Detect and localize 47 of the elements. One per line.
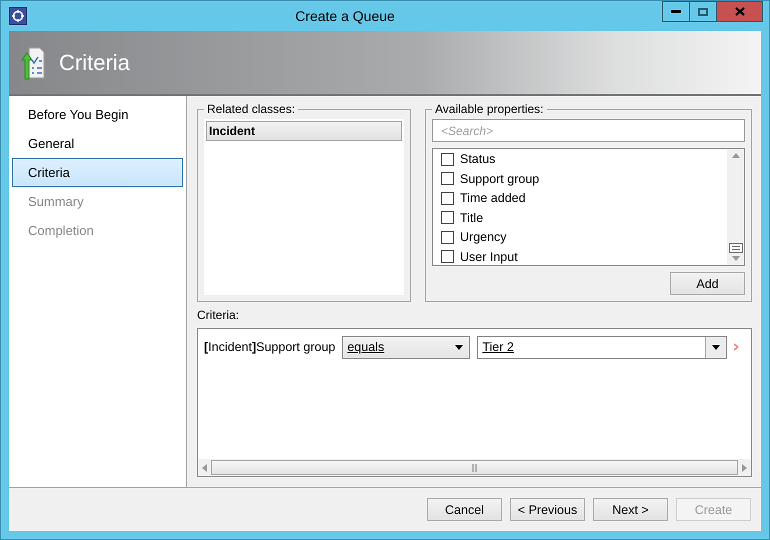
dropdown-arrow-icon bbox=[712, 344, 720, 350]
operator-dropdown[interactable]: equals bbox=[342, 336, 470, 358]
maximize-icon bbox=[698, 8, 708, 16]
checklist-icon bbox=[21, 46, 45, 80]
minimize-button[interactable] bbox=[662, 1, 690, 22]
scrollbar[interactable] bbox=[727, 149, 744, 265]
wizard-button[interactable]: Next > bbox=[593, 498, 668, 521]
checkbox[interactable] bbox=[441, 152, 454, 166]
checkbox[interactable] bbox=[441, 211, 454, 224]
close-button[interactable] bbox=[716, 1, 763, 22]
wizard-step[interactable]: Before You Begin bbox=[12, 100, 183, 129]
property-label: Urgency bbox=[460, 230, 507, 244]
scroll-grip-icon[interactable] bbox=[472, 464, 477, 472]
wizard-step[interactable]: General bbox=[12, 129, 183, 158]
property-label: User Input bbox=[460, 250, 518, 264]
wizard-button[interactable]: < Previous bbox=[510, 498, 585, 521]
criteria-label: [Incident]Support group bbox=[204, 340, 336, 354]
wizard-step[interactable]: Criteria bbox=[12, 158, 183, 187]
close-icon bbox=[734, 7, 744, 16]
checkbox[interactable] bbox=[441, 172, 454, 186]
window-title: Create a Queue bbox=[294, 8, 396, 24]
horizontal-scrollbar[interactable] bbox=[198, 459, 751, 476]
checkbox[interactable] bbox=[441, 230, 454, 244]
property-label: Status bbox=[460, 152, 496, 166]
group-label: Available properties: bbox=[434, 102, 545, 116]
value-dropdown[interactable]: Tier 2 bbox=[477, 336, 728, 358]
property-label: Time added bbox=[460, 191, 526, 206]
section-label: Criteria: bbox=[197, 308, 240, 322]
property-label: Title bbox=[460, 210, 484, 225]
checkbox[interactable] bbox=[441, 250, 454, 264]
minimize-icon bbox=[671, 10, 681, 13]
search-field[interactable]: <Search> bbox=[432, 119, 745, 142]
scroll-up-icon[interactable] bbox=[732, 153, 740, 158]
group-label: Related classes: bbox=[206, 102, 296, 116]
wizard-button[interactable]: Cancel bbox=[427, 498, 502, 521]
scroll-down-icon[interactable] bbox=[732, 256, 740, 261]
property-label: Support group bbox=[460, 172, 540, 186]
class-item[interactable]: Incident bbox=[206, 121, 402, 141]
page-title: Criteria bbox=[59, 50, 130, 76]
checkbox[interactable] bbox=[441, 192, 454, 205]
add-button[interactable]: Add bbox=[670, 272, 745, 295]
scroll-left-icon[interactable] bbox=[202, 464, 207, 472]
scroll-right-icon[interactable] bbox=[742, 464, 747, 472]
scroll-thumb-icon[interactable] bbox=[728, 243, 742, 253]
app-icon bbox=[9, 7, 27, 25]
maximize-button[interactable] bbox=[689, 1, 717, 22]
dropdown-arrow-icon bbox=[455, 344, 464, 350]
